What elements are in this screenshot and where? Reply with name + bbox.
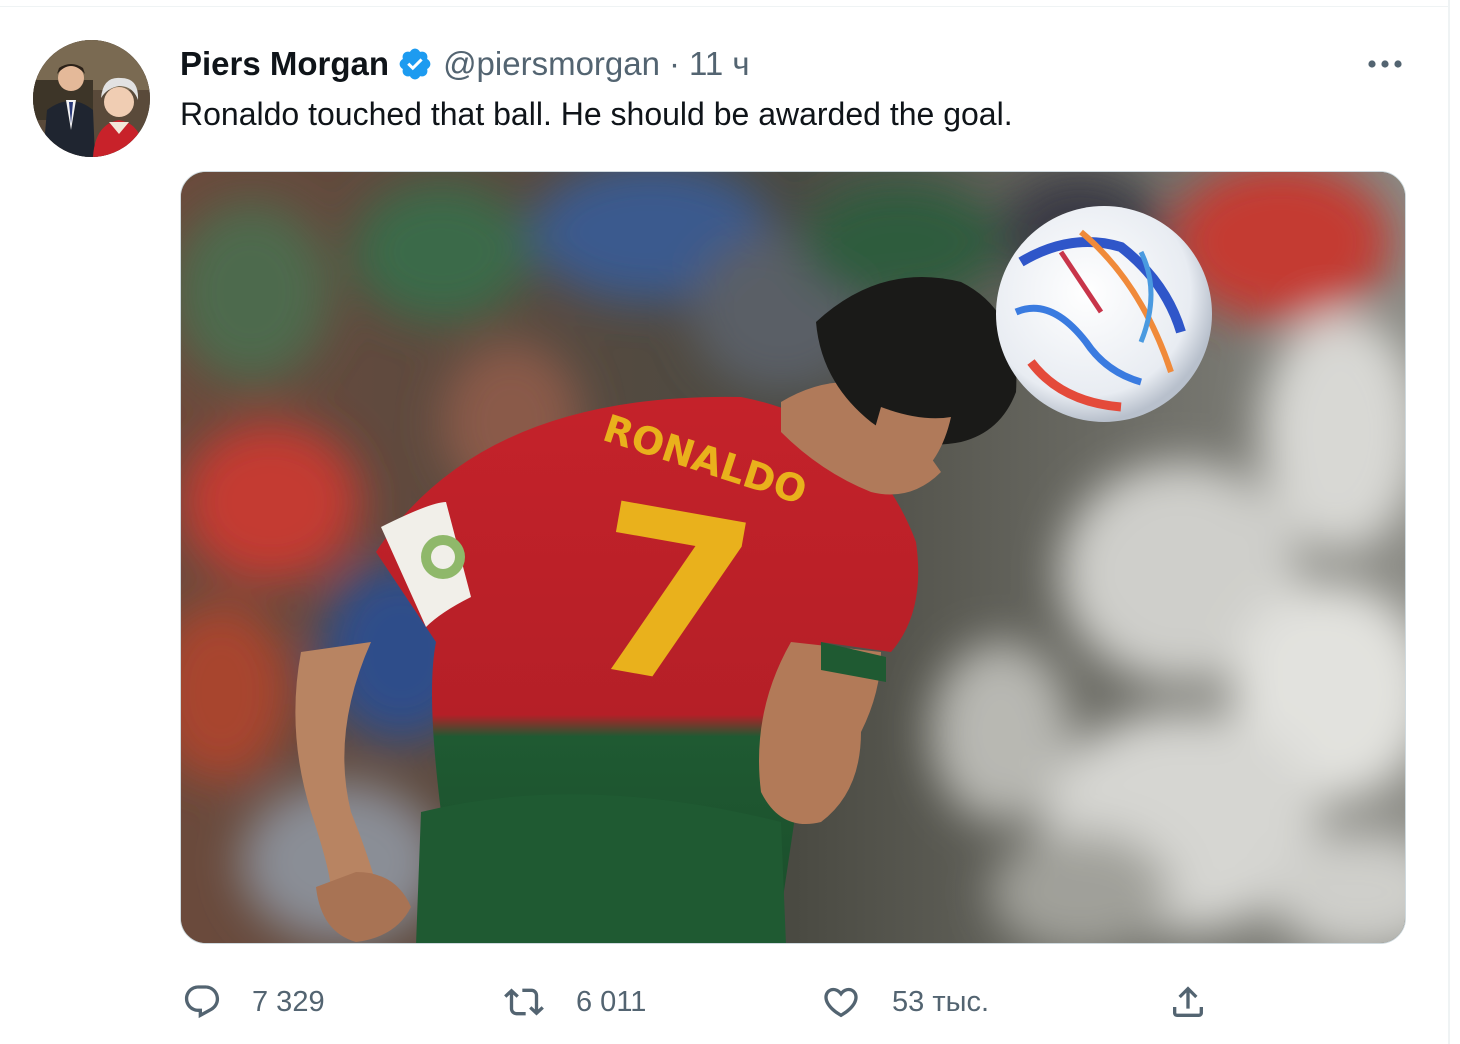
football	[996, 206, 1212, 422]
heart-icon	[824, 987, 858, 1018]
retweet-count: 6 011	[576, 985, 647, 1018]
tweet-text: Ronaldo touched that ball. He should be …	[180, 96, 1013, 132]
verified-badge-icon	[397, 46, 433, 82]
avatar[interactable]	[33, 40, 150, 157]
photo-image: RONALDO 7	[181, 172, 1405, 943]
tweet-header: Piers Morgan @piersmorgan · 11 ч	[180, 40, 750, 88]
share-icon	[1173, 986, 1203, 1017]
avatar-image	[33, 40, 150, 157]
author-name[interactable]: Piers Morgan	[180, 45, 389, 83]
author-handle[interactable]: @piersmorgan	[443, 45, 660, 83]
retweet-button[interactable]: 6 011	[502, 978, 646, 1026]
separator-dot: ·	[668, 45, 680, 82]
tweet-page: Piers Morgan @piersmorgan · 11 ч Ronaldo…	[0, 0, 1460, 1044]
timestamp[interactable]: 11 ч	[689, 45, 750, 83]
reply-button[interactable]: 7 329	[182, 978, 325, 1026]
like-button[interactable]: 53 тыс.	[820, 978, 989, 1026]
more-options-button[interactable]	[1360, 44, 1410, 84]
retweet-icon	[504, 988, 544, 1016]
tweet-photo[interactable]: RONALDO 7	[180, 171, 1406, 944]
like-count: 53 тыс.	[892, 985, 989, 1018]
reply-count: 7 329	[252, 985, 325, 1018]
more-icon	[1368, 60, 1402, 68]
divider	[0, 6, 1448, 7]
reply-icon	[184, 985, 220, 1019]
share-button[interactable]	[1168, 978, 1208, 1026]
divider	[1448, 0, 1450, 1044]
